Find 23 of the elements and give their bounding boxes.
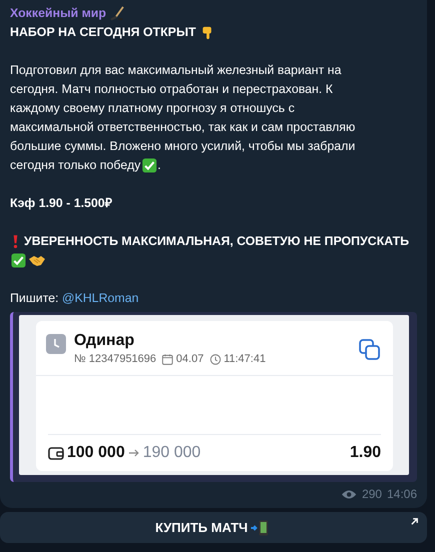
message-text: большие суммы. Вложено много усилий, чтобы мы забрали	[10, 138, 356, 155]
headline: НАБОР НА СЕГОДНЯ ОТКРЫТ	[10, 24, 196, 41]
channel-name: Хоккейный мир	[10, 5, 106, 22]
ticket-date: 04.07	[176, 352, 204, 367]
contact-label: Пишите:	[10, 291, 59, 305]
stake-amount: 100 000	[67, 443, 125, 463]
view-count: 290	[362, 486, 382, 502]
message-text: каждому своему платному прогнозу я отношусь с	[10, 100, 295, 117]
message-text: .	[158, 157, 161, 174]
message-time: 14:06	[386, 486, 417, 502]
message-text: максимальной ответственностью, так как и сам проставляю	[10, 119, 356, 136]
ticket-number: № 12347951696	[74, 352, 156, 367]
username-link[interactable]: @KHLRoman	[62, 291, 139, 305]
payout-amount: 190 000	[142, 443, 201, 463]
warning-text: УВЕРЕННОСТЬ МАКСИМАЛЬНАЯ, СОВЕТУЮ НЕ ПРОПУСКАТЬ	[24, 233, 409, 250]
odds-text: Кэф 1.90 - 1.500₽	[10, 196, 112, 210]
message-text: сегодня только победу	[10, 157, 141, 174]
ticket-title: Одинар	[74, 331, 136, 351]
message-text: Подготовил для вас максимальный железный вариант на	[10, 62, 342, 79]
buy-button[interactable]: КУПИТЬ МАТЧ	[0, 512, 427, 543]
message-text: сегодня. Матч полностью отработан и перестрахован. К	[10, 81, 333, 98]
ticket-odds: 1.90	[350, 443, 381, 463]
ticket-time: 11:47:41	[224, 352, 266, 367]
